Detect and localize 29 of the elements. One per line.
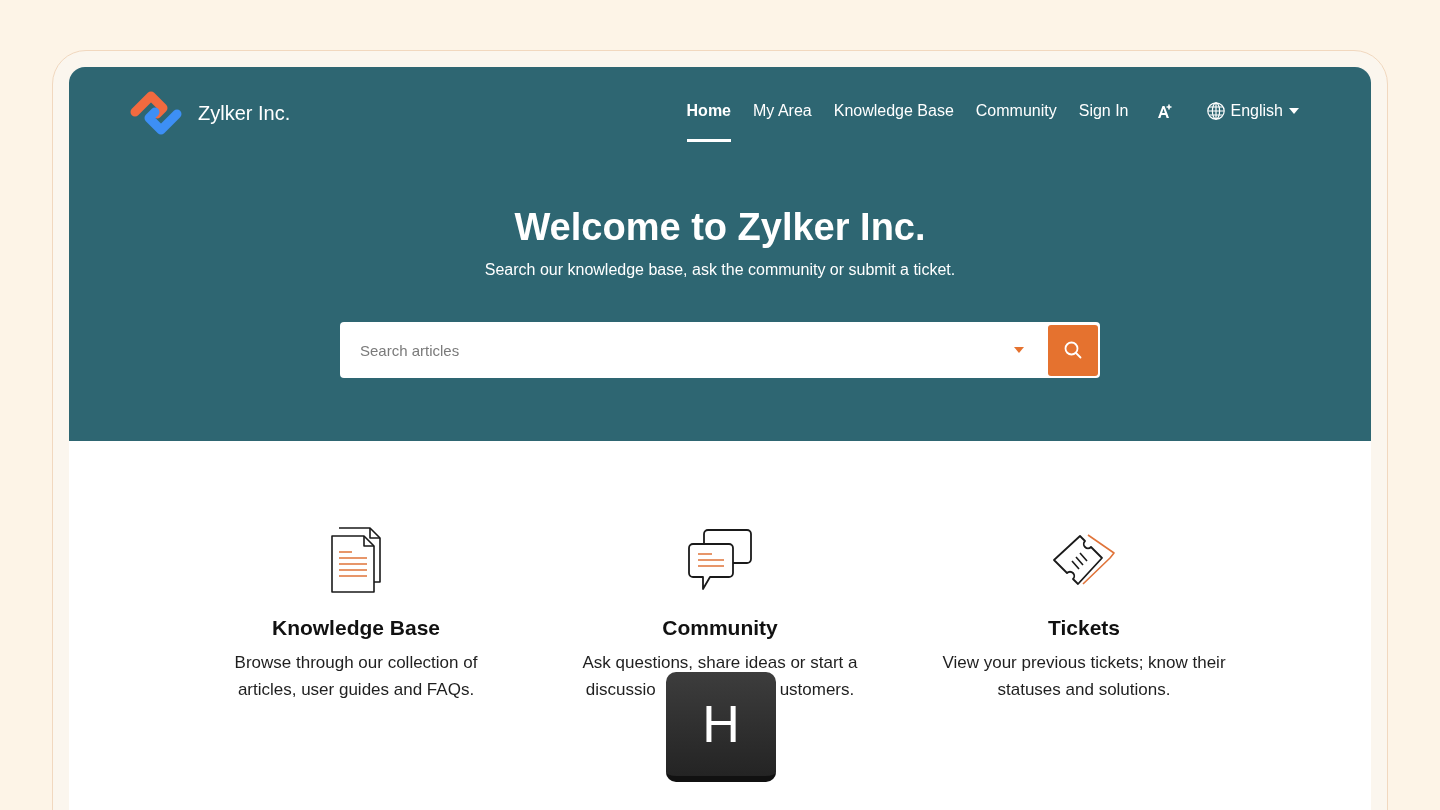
card-description: View your previous tickets; know their statuses and solutions. [942, 652, 1226, 701]
nav-link[interactable]: Sign In [1078, 88, 1129, 142]
search-button[interactable] [1048, 324, 1098, 376]
filter-caret-icon [1014, 347, 1024, 353]
hero-title: Welcome to Zylker Inc. [513, 205, 927, 250]
card-description: Ask questions, share ideas or start a [582, 652, 858, 674]
nav-link[interactable]: Community [975, 88, 1057, 142]
search-bar[interactable]: Search articles [340, 322, 1100, 378]
card-description: Browse through our collection of articles, user guides and FAQs. [234, 652, 478, 701]
card-title[interactable]: Tickets [1048, 614, 1120, 642]
documents-icon [330, 527, 382, 593]
caret-down-icon [1289, 108, 1299, 114]
search-icon [1064, 341, 1082, 359]
nav-link[interactable]: Home [686, 88, 731, 142]
nav-link[interactable]: My Area [753, 88, 812, 142]
brand-name: Zylker Inc. [198, 101, 291, 126]
font-size-icon[interactable] [1156, 103, 1173, 119]
nav-link[interactable]: Knowledge Base [833, 88, 954, 142]
hero-subtitle: Search our knowledge base, ask the community or submit a ticket. [483, 260, 957, 280]
search-field[interactable]: Search articles [360, 330, 1014, 370]
chat-bubbles-icon [688, 529, 752, 591]
card-description: discussio [585, 679, 656, 701]
card-description: ustomers. [779, 679, 855, 701]
ticket-icon [1052, 533, 1116, 587]
card-title[interactable]: Knowledge Base [271, 614, 440, 642]
keystroke-overlay: H [666, 672, 776, 782]
card-title[interactable]: Community [662, 614, 778, 642]
globe-icon [1206, 102, 1225, 120]
language-selector[interactable]: English [1206, 99, 1299, 123]
